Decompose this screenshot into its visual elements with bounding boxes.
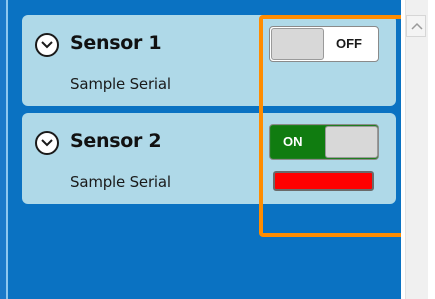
sensor-name: Sensor 1 xyxy=(70,32,162,54)
vertical-scrollbar[interactable] xyxy=(401,0,435,299)
status-indicator xyxy=(273,171,374,191)
toggle-state-label: ON xyxy=(283,134,303,149)
chevron-down-icon[interactable] xyxy=(35,33,59,57)
sensor-serial: Sample Serial xyxy=(70,173,171,191)
sensor-2-toggle[interactable]: ON xyxy=(269,124,379,160)
toggle-knob xyxy=(325,126,378,158)
toggle-state-label: OFF xyxy=(336,36,362,51)
chevron-down-icon[interactable] xyxy=(35,131,59,155)
sensor-list-panel: Sensor 1 Sample Serial OFF Sensor 2 Samp… xyxy=(8,0,407,299)
left-frame xyxy=(0,0,8,299)
sensor-1-toggle[interactable]: OFF xyxy=(269,26,379,62)
sensor-card-2: Sensor 2 Sample Serial ON xyxy=(22,113,396,204)
sensor-name: Sensor 2 xyxy=(70,130,162,152)
sensor-card-1: Sensor 1 Sample Serial OFF xyxy=(22,15,396,106)
chevron-up-icon xyxy=(411,22,423,30)
sensor-serial: Sample Serial xyxy=(70,75,171,93)
scroll-up-button[interactable] xyxy=(406,15,426,37)
toggle-knob xyxy=(271,28,324,60)
scroll-track[interactable] xyxy=(405,0,428,299)
